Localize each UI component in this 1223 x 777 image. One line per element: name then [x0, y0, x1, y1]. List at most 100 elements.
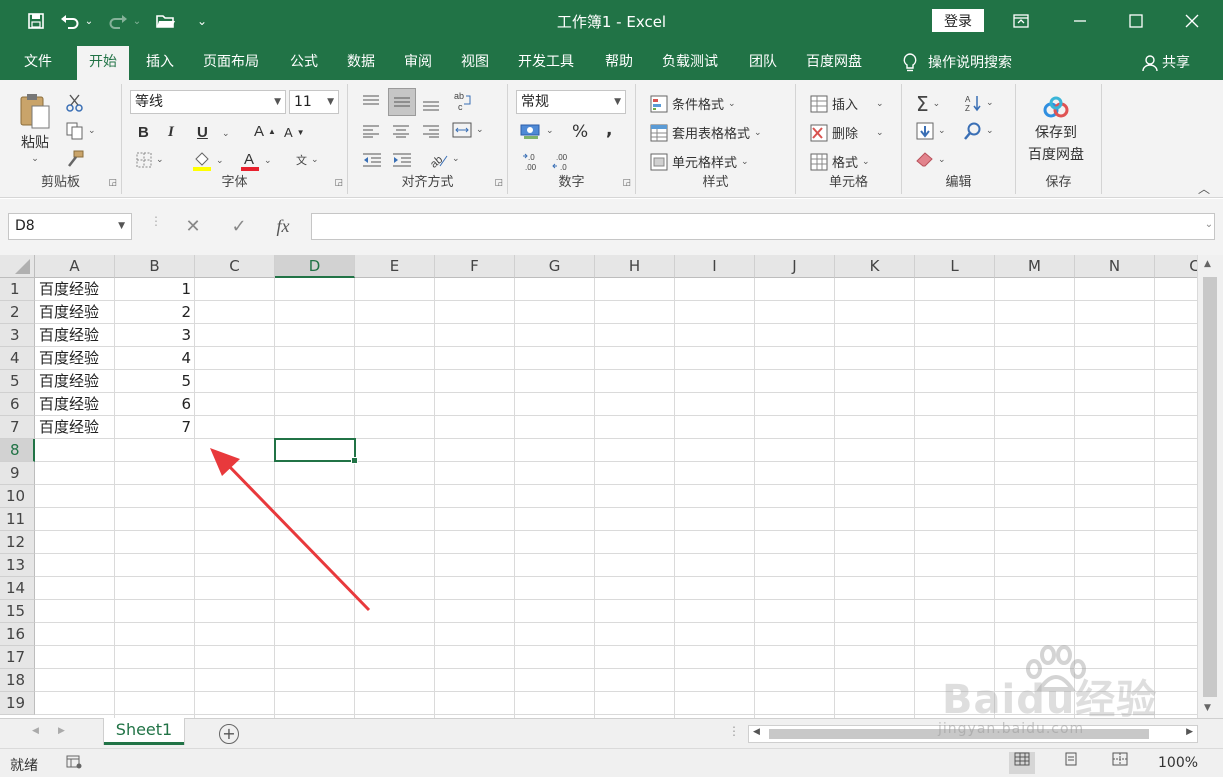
- tab-review[interactable]: 审阅: [392, 46, 444, 80]
- align-right-button[interactable]: [422, 124, 440, 138]
- comma-style-button[interactable]: ,: [606, 120, 612, 140]
- tab-baidu-netdisk[interactable]: 百度网盘: [794, 46, 874, 80]
- cell-a6[interactable]: 百度经验: [35, 393, 115, 416]
- tab-split-grip-icon[interactable]: ⋮: [728, 724, 740, 738]
- row-header[interactable]: 5: [0, 370, 35, 393]
- copy-button[interactable]: ⌄: [66, 122, 96, 140]
- row-header[interactable]: 17: [0, 646, 35, 669]
- paste-dropdown-icon[interactable]: ⌄: [31, 154, 39, 164]
- tab-data[interactable]: 数据: [335, 46, 387, 80]
- row-header[interactable]: 6: [0, 393, 35, 416]
- underline-button[interactable]: U: [197, 124, 208, 141]
- scroll-right-icon[interactable]: ▶: [1186, 727, 1193, 737]
- tab-developer[interactable]: 开发工具: [506, 46, 586, 80]
- orientation-button[interactable]: ab ⌄: [428, 150, 460, 168]
- redo-icon[interactable]: [106, 9, 130, 33]
- row-header[interactable]: 16: [0, 623, 35, 646]
- add-sheet-button[interactable]: +: [219, 724, 239, 744]
- shrink-font-button[interactable]: A ▼: [284, 125, 305, 140]
- customize-toolbar-icon[interactable]: ⌄: [190, 9, 214, 33]
- copy-dropdown-icon[interactable]: ⌄: [88, 126, 96, 136]
- merge-dropdown-icon[interactable]: ⌄: [476, 125, 484, 135]
- column-header[interactable]: F: [435, 255, 515, 278]
- formula-input[interactable]: [311, 213, 1215, 240]
- cell-styles-button[interactable]: 单元格样式 ⌄: [650, 152, 749, 171]
- row-header[interactable]: 1: [0, 278, 35, 301]
- font-name-select[interactable]: 等线 ▼: [130, 90, 286, 114]
- borders-dropdown-icon[interactable]: ⌄: [156, 155, 164, 165]
- column-header[interactable]: I: [675, 255, 755, 278]
- italic-button[interactable]: I: [168, 124, 174, 141]
- row-header[interactable]: 7: [0, 416, 35, 439]
- clear-button[interactable]: ⌄: [916, 152, 946, 168]
- row-header[interactable]: 14: [0, 577, 35, 600]
- borders-button[interactable]: ⌄: [136, 152, 164, 168]
- cell-b3[interactable]: 3: [115, 324, 195, 347]
- accounting-format-button[interactable]: ⌄: [520, 122, 554, 140]
- enter-formula-button[interactable]: ✓: [226, 216, 252, 238]
- next-sheet-icon[interactable]: ▶: [58, 726, 65, 736]
- find-select-button[interactable]: ⌄: [964, 122, 994, 140]
- save-to-baidu-netdisk-button[interactable]: 保存到 百度网盘: [1028, 96, 1084, 164]
- merge-center-button[interactable]: ⌄: [452, 122, 484, 138]
- column-header[interactable]: L: [915, 255, 995, 278]
- cell-a5[interactable]: 百度经验: [35, 370, 115, 393]
- cell-b7[interactable]: 7: [115, 416, 195, 439]
- ribbon-display-options-icon[interactable]: [998, 6, 1044, 36]
- cell-b1[interactable]: 1: [115, 278, 195, 301]
- column-header[interactable]: J: [755, 255, 835, 278]
- column-header[interactable]: C: [195, 255, 275, 278]
- column-header[interactable]: M: [995, 255, 1075, 278]
- increase-indent-button[interactable]: [392, 152, 412, 168]
- alignment-dialog-launcher-icon[interactable]: ◲: [494, 178, 503, 188]
- maximize-icon[interactable]: [1113, 6, 1159, 36]
- tab-insert[interactable]: 插入: [134, 46, 186, 80]
- name-box[interactable]: D8 ▼: [8, 213, 132, 240]
- delete-cells-button[interactable]: 删除 ⌄: [810, 123, 884, 142]
- redo-dropdown-icon[interactable]: ⌄: [130, 9, 144, 33]
- share-button[interactable]: 共享: [1130, 46, 1202, 80]
- column-header[interactable]: B: [115, 255, 195, 278]
- row-header[interactable]: 3: [0, 324, 35, 347]
- page-break-view-button[interactable]: [1107, 752, 1133, 774]
- orientation-dropdown-icon[interactable]: ⌄: [452, 154, 460, 164]
- cell-a2[interactable]: 百度经验: [35, 301, 115, 324]
- zoom-level[interactable]: 100%: [1158, 755, 1198, 771]
- cancel-formula-button[interactable]: ✕: [180, 216, 206, 238]
- clipboard-dialog-launcher-icon[interactable]: ◲: [108, 178, 117, 188]
- save-icon[interactable]: [24, 9, 48, 33]
- scroll-up-icon[interactable]: ▲: [1204, 259, 1211, 269]
- wrap-text-button[interactable]: ab c: [452, 90, 472, 112]
- row-header[interactable]: 19: [0, 692, 35, 715]
- fill-color-button[interactable]: ⌄: [192, 150, 224, 172]
- format-as-table-button[interactable]: 套用表格格式 ⌄: [650, 123, 762, 142]
- number-dialog-launcher-icon[interactable]: ◲: [622, 178, 631, 188]
- scroll-left-icon[interactable]: ◀: [753, 727, 760, 737]
- font-dialog-launcher-icon[interactable]: ◲: [334, 178, 343, 188]
- align-top-button[interactable]: [362, 94, 380, 108]
- fill-button[interactable]: ⌄: [916, 122, 946, 140]
- row-header[interactable]: 15: [0, 600, 35, 623]
- row-header[interactable]: 13: [0, 554, 35, 577]
- autosum-button[interactable]: Σ ⌄: [916, 92, 940, 116]
- horizontal-scrollbar[interactable]: ◀ ▶: [748, 725, 1198, 743]
- phonetic-guide-button[interactable]: 文 ⌄: [296, 152, 319, 168]
- cut-button[interactable]: [66, 94, 84, 112]
- fill-color-dropdown-icon[interactable]: ⌄: [216, 156, 224, 166]
- minimize-icon[interactable]: [1057, 6, 1103, 36]
- row-header[interactable]: 9: [0, 462, 35, 485]
- scroll-down-icon[interactable]: ▼: [1204, 703, 1211, 713]
- vertical-scroll-thumb[interactable]: [1203, 277, 1217, 697]
- cell-b5[interactable]: 5: [115, 370, 195, 393]
- percent-style-button[interactable]: %: [572, 122, 588, 142]
- cell-b6[interactable]: 6: [115, 393, 195, 416]
- page-layout-view-button[interactable]: [1058, 752, 1084, 774]
- row-header[interactable]: 8: [0, 439, 35, 462]
- conditional-formatting-button[interactable]: 条件格式 ⌄: [650, 94, 736, 113]
- align-center-button[interactable]: [392, 124, 410, 138]
- tab-home[interactable]: 开始: [77, 46, 129, 80]
- tab-load-test[interactable]: 负载测试: [650, 46, 730, 80]
- normal-view-button[interactable]: [1009, 752, 1035, 774]
- select-all-corner[interactable]: [0, 255, 35, 278]
- tab-help[interactable]: 帮助: [593, 46, 645, 80]
